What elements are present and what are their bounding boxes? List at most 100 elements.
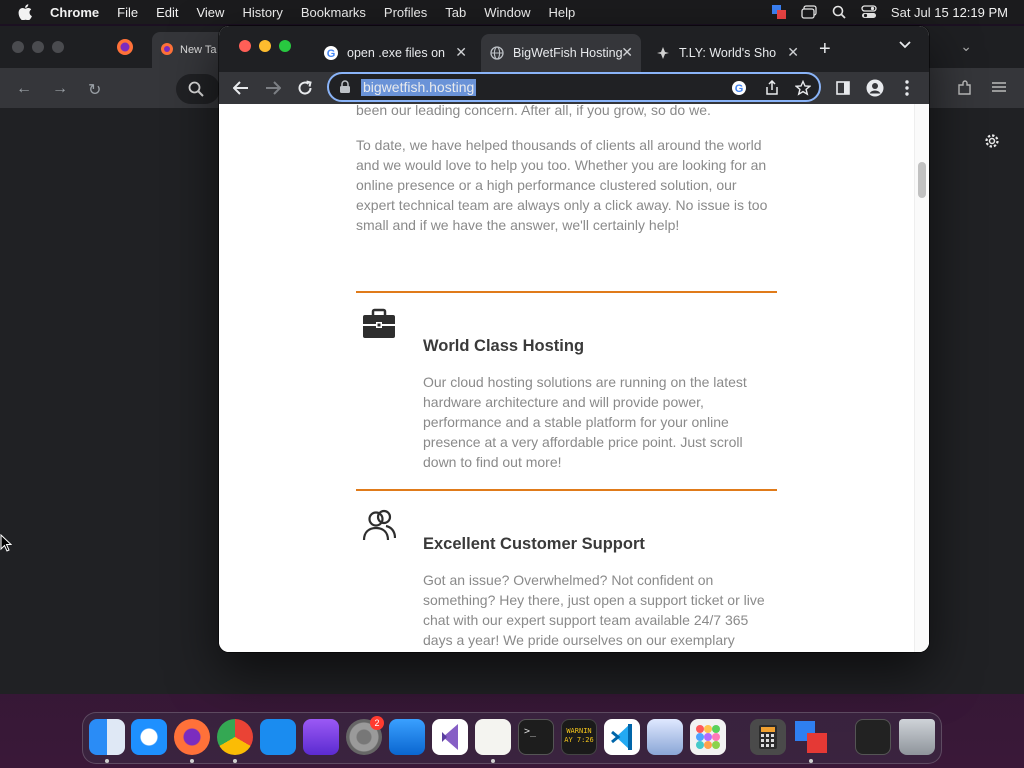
- svg-text:G: G: [327, 48, 336, 60]
- lock-icon[interactable]: [339, 80, 351, 94]
- apple-menu-icon[interactable]: [18, 4, 34, 20]
- background-tab-title: New Ta: [180, 44, 217, 56]
- textedit-icon[interactable]: [475, 719, 511, 755]
- tab-strip: G open .exe files on ✕ BigWetFish Hostin…: [219, 26, 929, 72]
- app-store-icon[interactable]: [260, 719, 296, 755]
- downloads-folder-icon[interactable]: [855, 719, 891, 755]
- firefox-dock-icon[interactable]: [174, 719, 210, 755]
- firefox-icon: [117, 39, 133, 55]
- bookmark-star-icon[interactable]: [795, 80, 811, 96]
- menu-help[interactable]: Help: [549, 5, 576, 20]
- background-traffic-lights: [12, 41, 64, 53]
- extensions-icon[interactable]: [956, 80, 972, 101]
- spotlight-search-icon[interactable]: [831, 5, 847, 19]
- tly-icon: [655, 45, 671, 61]
- menu-history[interactable]: History: [242, 5, 282, 20]
- menu-window[interactable]: Window: [484, 5, 530, 20]
- firefox-tab-icon: [161, 43, 173, 55]
- more-menu-icon[interactable]: [897, 78, 917, 98]
- trash-icon[interactable]: [899, 719, 935, 755]
- terminal-icon[interactable]: >_: [518, 719, 554, 755]
- scrollbar-thumb[interactable]: [918, 162, 926, 198]
- tab-title: BigWetFish Hosting: [513, 46, 623, 60]
- section-divider: [356, 489, 777, 491]
- close-window-button[interactable]: [239, 40, 251, 52]
- intro-paragraph: To date, we have helped thousands of cli…: [356, 137, 768, 233]
- tab-google-search[interactable]: G open .exe files on ✕: [315, 34, 475, 72]
- menu-bookmarks[interactable]: Bookmarks: [301, 5, 366, 20]
- notification-badge: 2: [370, 716, 384, 730]
- menu-view[interactable]: View: [196, 5, 224, 20]
- zoom-window-button[interactable]: [279, 40, 291, 52]
- close-tab-icon[interactable]: ✕: [455, 44, 467, 61]
- svg-text:G: G: [735, 83, 744, 95]
- launchpad-icon[interactable]: [690, 719, 726, 755]
- chevron-down-icon[interactable]: ⌄: [960, 38, 972, 55]
- feature-title-hosting: World Class Hosting: [423, 337, 585, 355]
- menu-tab[interactable]: Tab: [445, 5, 466, 20]
- vscode-icon[interactable]: [604, 719, 640, 755]
- briefcase-icon: [363, 308, 395, 338]
- running-indicator: [105, 759, 109, 763]
- tab-title: open .exe files on: [347, 46, 445, 60]
- close-tab-icon[interactable]: ✕: [621, 44, 633, 61]
- address-bar[interactable]: bigwetfish.hosting G: [327, 72, 821, 102]
- google-icon: G: [323, 45, 339, 61]
- menu-lines-icon[interactable]: [992, 80, 1006, 101]
- screen-share-icon[interactable]: [793, 719, 829, 755]
- podcasts-icon[interactable]: [303, 719, 339, 755]
- browser-toolbar: bigwetfish.hosting G: [219, 72, 929, 104]
- profile-avatar-icon[interactable]: [865, 78, 885, 98]
- users-icon: [362, 509, 396, 541]
- control-center-icon[interactable]: [861, 5, 877, 19]
- finder-icon[interactable]: [89, 719, 125, 755]
- menu-profiles[interactable]: Profiles: [384, 5, 427, 20]
- forward-icon[interactable]: [263, 78, 283, 98]
- menubar-clock[interactable]: Sat Jul 15 12:19 PM: [891, 5, 1008, 20]
- globe-icon: [489, 45, 505, 61]
- browser-window: G open .exe files on ✕ BigWetFish Hostin…: [219, 26, 929, 652]
- chrome-dock-icon[interactable]: [217, 719, 253, 755]
- screen-share-status-icon[interactable]: [771, 5, 787, 19]
- mouse-cursor-icon: [0, 534, 12, 552]
- reload-icon[interactable]: [295, 78, 315, 98]
- window-switcher-icon[interactable]: [801, 5, 817, 19]
- visual-studio-icon[interactable]: [432, 719, 468, 755]
- menu-bar: Chrome File Edit View History Bookmarks …: [0, 0, 1024, 24]
- web-page: been our leading concern. After all, if …: [219, 104, 929, 652]
- background-back-icon[interactable]: ←: [16, 80, 32, 98]
- close-tab-icon[interactable]: ✕: [787, 44, 799, 61]
- tab-search-chevron-icon[interactable]: [899, 41, 911, 49]
- share-icon[interactable]: [765, 80, 779, 96]
- dock: 2 >_ WARNIN AY 7:26: [82, 712, 942, 764]
- feature-text-hosting: Our cloud hosting solutions are running …: [423, 374, 747, 470]
- tab-tly[interactable]: T.LY: World's Sho ✕: [647, 34, 807, 72]
- menu-app-name[interactable]: Chrome: [50, 5, 99, 20]
- intro-paragraph-tail: been our leading concern. After all, if …: [356, 104, 711, 118]
- console-warning-icon[interactable]: WARNIN AY 7:26: [561, 719, 597, 755]
- background-toolbar-icons: [956, 80, 1006, 101]
- running-indicator: [809, 759, 813, 763]
- new-tab-button[interactable]: +: [819, 39, 831, 59]
- background-reload-icon[interactable]: ↻: [88, 80, 101, 100]
- back-icon[interactable]: [231, 78, 251, 98]
- feature-text-support: Got an issue? Overwhelmed? Not confident…: [423, 572, 765, 648]
- side-panel-icon[interactable]: [833, 78, 853, 98]
- background-search-field[interactable]: [176, 74, 220, 104]
- window-controls: [239, 40, 291, 52]
- tab-bigwetfish[interactable]: BigWetFish Hosting ✕: [481, 34, 641, 72]
- menu-file[interactable]: File: [117, 5, 138, 20]
- menu-edit[interactable]: Edit: [156, 5, 178, 20]
- preview-icon[interactable]: [647, 719, 683, 755]
- google-lens-icon[interactable]: G: [731, 80, 747, 96]
- weather-icon[interactable]: [389, 719, 425, 755]
- console-warning-time: AY 7:26: [564, 736, 594, 744]
- minimize-window-button[interactable]: [259, 40, 271, 52]
- vertical-scrollbar[interactable]: [914, 104, 929, 652]
- url-text[interactable]: bigwetfish.hosting: [361, 79, 477, 96]
- safari-icon[interactable]: [131, 719, 167, 755]
- calculator-icon[interactable]: [750, 719, 786, 755]
- background-forward-icon[interactable]: →: [52, 80, 68, 98]
- console-warning-label: WARNIN: [566, 727, 592, 735]
- gear-icon[interactable]: [983, 132, 1001, 150]
